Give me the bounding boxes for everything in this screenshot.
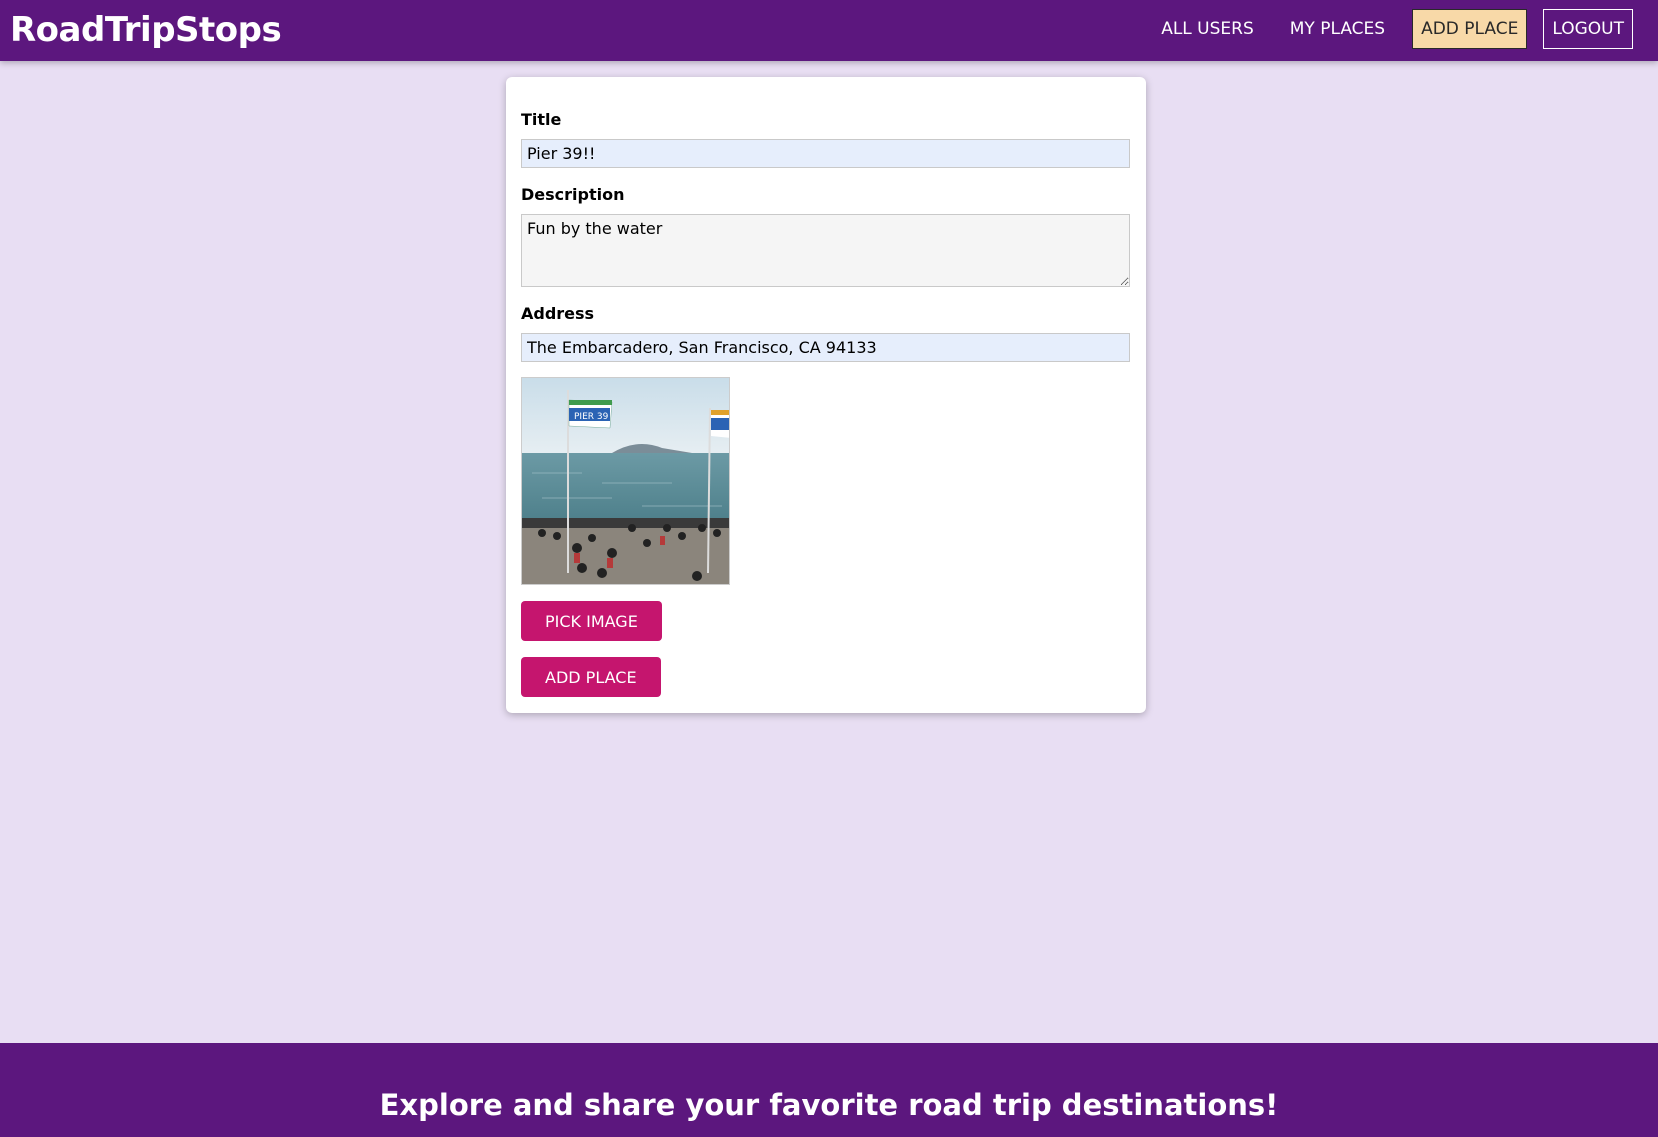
add-place-submit-button[interactable]: ADD PLACE xyxy=(521,657,661,697)
image-preview: PIER 39 xyxy=(521,377,730,585)
nav-all-users[interactable]: ALL USERS xyxy=(1152,9,1263,49)
description-label: Description xyxy=(521,185,625,204)
description-textarea[interactable]: Fun by the water xyxy=(521,214,1130,287)
footer-tagline: Explore and share your favorite road tri… xyxy=(379,1088,1279,1122)
nav-add-place[interactable]: ADD PLACE xyxy=(1412,9,1528,49)
title-label: Title xyxy=(521,110,562,129)
main-header: RoadTripStops ALL USERS MY PLACES ADD PL… xyxy=(0,0,1658,61)
pick-image-button[interactable]: PICK IMAGE xyxy=(521,601,662,641)
brand-logo[interactable]: RoadTripStops xyxy=(10,10,282,50)
place-form-card: Title Description Fun by the water Addre… xyxy=(506,77,1146,713)
nav-logout[interactable]: LOGOUT xyxy=(1543,9,1633,49)
pier-photo: PIER 39 xyxy=(522,378,729,584)
title-input[interactable] xyxy=(521,139,1130,168)
address-input[interactable] xyxy=(521,333,1130,362)
svg-text:PIER 39: PIER 39 xyxy=(574,412,609,422)
nav-my-places[interactable]: MY PLACES xyxy=(1281,9,1394,49)
page-footer: Explore and share your favorite road tri… xyxy=(0,1043,1658,1137)
main-nav: ALL USERS MY PLACES ADD PLACE LOGOUT xyxy=(1134,9,1633,49)
address-label: Address xyxy=(521,304,595,323)
